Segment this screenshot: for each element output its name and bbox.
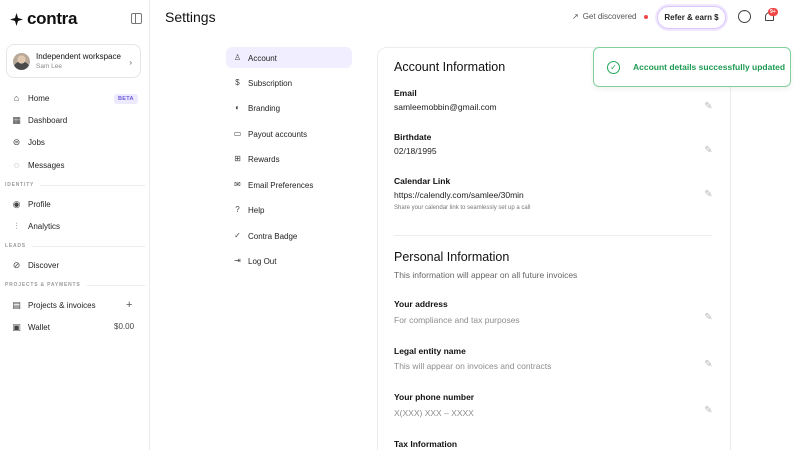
user-icon: ♙ [233, 53, 242, 62]
section-divider [394, 235, 712, 236]
sidebar-item-label: Discover [28, 260, 60, 270]
email-label: Email [394, 88, 417, 98]
home-icon: ⌂ [13, 92, 20, 103]
sidebar-item-label: Profile [28, 199, 51, 209]
logout-icon: ⇥ [234, 256, 241, 265]
address-field[interactable]: For compliance and tax purposes [394, 315, 520, 325]
calendar-value: https://calendly.com/samlee/30min [394, 190, 524, 200]
calendar-help: Share your calendar link to seamlessly s… [394, 205, 531, 211]
entity-field[interactable]: This will appear on invoices and contrac… [394, 361, 551, 371]
projects-icon: ▤ [12, 299, 21, 310]
contra-logo-icon [10, 12, 23, 26]
sidebar-item-discover[interactable]: ⊘ Discover [12, 258, 59, 272]
wallet-icon: ▣ [12, 321, 21, 332]
workspace-title: Independent workspace [36, 51, 121, 61]
refer-earn-button[interactable]: Refer & earn $ [657, 6, 726, 29]
sidebar-item-messages[interactable]: ◌ Messages [12, 158, 65, 172]
sidebar: contra Independent workspace Sam Lee › ⌂… [0, 0, 150, 450]
email-value: samleemobbin@gmail.com [394, 102, 497, 112]
mail-icon: ✉ [234, 180, 241, 189]
brand-logo[interactable]: contra [10, 9, 77, 29]
app: contra Independent workspace Sam Lee › ⌂… [0, 0, 800, 450]
badge-icon: ✓ [234, 231, 241, 240]
section-label-leads: LEADS [5, 243, 145, 249]
settings-nav-help[interactable]: ? Help [233, 204, 264, 216]
tax-label: Tax Information [394, 439, 458, 449]
brand-name: contra [27, 9, 78, 28]
gift-icon: ⊞ [234, 154, 241, 163]
edit-phone-icon[interactable]: ✎ [703, 405, 714, 416]
sidebar-item-label: Home [28, 93, 50, 103]
sidebar-item-label: Analytics [28, 221, 61, 231]
chat-icon[interactable] [738, 8, 751, 23]
alert-dot [643, 14, 648, 19]
sidebar-item-home[interactable]: ⌂ Home [12, 91, 50, 105]
help-icon: ? [235, 205, 240, 214]
add-project-icon[interactable]: + [126, 299, 132, 311]
sidebar-item-profile[interactable]: ◉ Profile [12, 197, 51, 211]
dashboard-icon: ▦ [12, 114, 21, 125]
workspace-user: Sam Lee [36, 62, 63, 70]
sidebar-item-label: Projects & invoices [28, 300, 96, 310]
section-label-projects: PROJECTS & PAYMENTS [5, 282, 145, 288]
sidebar-item-label: Wallet [28, 322, 50, 332]
sidebar-item-label: Dashboard [28, 115, 68, 125]
personal-heading: Personal Information [394, 250, 510, 264]
payout-icon: ▭ [233, 129, 242, 138]
birthdate-label: Birthdate [394, 132, 432, 142]
calendar-label: Calendar Link [394, 176, 451, 186]
edit-entity-icon[interactable]: ✎ [703, 359, 714, 370]
get-discovered-link[interactable]: ↗ Get discovered [572, 12, 648, 21]
avatar [13, 52, 30, 70]
sidebar-item-jobs[interactable]: ⊜ Jobs [12, 135, 45, 149]
sidebar-item-projects[interactable]: ▤ Projects & invoices [12, 298, 96, 312]
settings-nav-logout[interactable]: ⇥ Log Out [233, 255, 276, 267]
edit-calendar-icon[interactable]: ✎ [703, 189, 714, 200]
settings-nav-subscription[interactable]: $ Subscription [233, 77, 292, 89]
account-heading: Account Information [394, 60, 506, 74]
success-toast[interactable]: ✓ Account details successfully updated [593, 47, 791, 87]
sidebar-item-analytics[interactable]: ⫶ Analytics [12, 219, 60, 233]
collapse-sidebar-icon[interactable] [131, 13, 142, 24]
birthdate-value: 02/18/1995 [394, 146, 437, 156]
toast-message: Account details successfully updated [633, 62, 786, 72]
personal-subheading: This information will appear on all futu… [394, 270, 578, 280]
analytics-icon: ⫶ [15, 220, 18, 231]
section-label-identity: IDENTITY [5, 182, 145, 188]
settings-nav-rewards[interactable]: ⊞ Rewards [233, 153, 279, 165]
settings-nav-account[interactable]: ♙ Account [233, 52, 277, 64]
phone-field[interactable]: X(XXX) XXX – XXXX [394, 408, 474, 418]
messages-icon: ◌ [13, 159, 20, 170]
address-label: Your address [394, 299, 448, 309]
branding-icon: ◐ [235, 103, 240, 112]
profile-icon: ◉ [12, 198, 21, 209]
jobs-icon: ⊜ [12, 136, 21, 147]
beta-badge: BETA [114, 94, 138, 104]
sidebar-item-label: Jobs [28, 137, 45, 147]
workspace-switcher[interactable]: Independent workspace Sam Lee › [6, 44, 141, 78]
sidebar-item-label: Messages [28, 160, 65, 170]
trend-up-icon: ↗ [572, 12, 579, 21]
settings-nav-contra-badge[interactable]: ✓ Contra Badge [233, 230, 297, 242]
settings-nav-email-preferences[interactable]: ✉ Email Preferences [233, 179, 313, 191]
dollar-icon: $ [235, 78, 240, 87]
chevron-right-icon: › [129, 58, 132, 67]
phone-label: Your phone number [394, 392, 475, 402]
settings-nav-payout[interactable]: ▭ Payout accounts [233, 128, 307, 140]
edit-birthdate-icon[interactable]: ✎ [703, 145, 714, 156]
sidebar-item-wallet[interactable]: ▣ Wallet [12, 320, 50, 334]
entity-label: Legal entity name [394, 346, 466, 356]
compass-icon: ⊘ [12, 259, 21, 270]
wallet-balance: $0.00 [114, 322, 135, 331]
check-circle-icon: ✓ [607, 60, 620, 74]
sidebar-item-dashboard[interactable]: ▦ Dashboard [12, 113, 67, 127]
notification-badge: 9+ [768, 8, 778, 16]
page-title: Settings [165, 9, 216, 25]
edit-email-icon[interactable]: ✎ [703, 101, 714, 112]
settings-nav-branding[interactable]: ◐ Branding [233, 102, 280, 114]
edit-address-icon[interactable]: ✎ [703, 312, 714, 323]
